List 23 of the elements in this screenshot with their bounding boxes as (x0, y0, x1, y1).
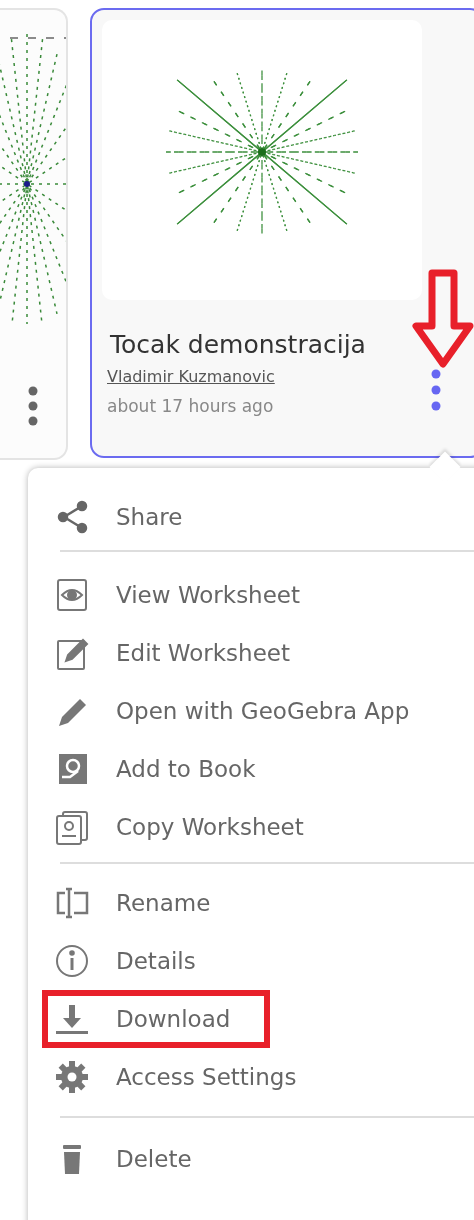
menu-item[interactable]: View Worksheet (42, 566, 340, 624)
material-card[interactable] (0, 8, 68, 460)
timestamp: about 17 hours ago (107, 396, 274, 416)
card-title: Tocak demonstracija (110, 330, 366, 359)
more-options-icon[interactable] (431, 369, 441, 411)
author-link[interactable]: Vladimir Kuzmanovic (107, 367, 275, 386)
material-card[interactable]: Tocak demonstracija Vladimir Kuzmanovic about 17 hours ago (90, 8, 474, 458)
info-icon (54, 943, 90, 979)
settings-icon (54, 1059, 90, 1095)
menu-item[interactable]: Share (42, 488, 223, 546)
menu-item[interactable]: Edit Worksheet (42, 624, 330, 682)
copy-icon (54, 809, 90, 845)
menu-item[interactable]: Open with GeoGebra App (42, 682, 450, 740)
menu-item[interactable]: Copy Worksheet (42, 798, 344, 856)
menu-item[interactable]: Details (42, 932, 236, 990)
menu-item[interactable]: Delete (42, 1130, 232, 1188)
menu-item[interactable]: Rename (42, 874, 251, 932)
rename-icon (54, 885, 90, 921)
more-options-icon[interactable] (28, 386, 38, 426)
menu-item[interactable]: Download (42, 990, 271, 1048)
menu-item[interactable]: Access Settings (42, 1048, 337, 1106)
eye-icon (54, 577, 90, 613)
menu-item[interactable]: Add to Book (42, 740, 296, 798)
